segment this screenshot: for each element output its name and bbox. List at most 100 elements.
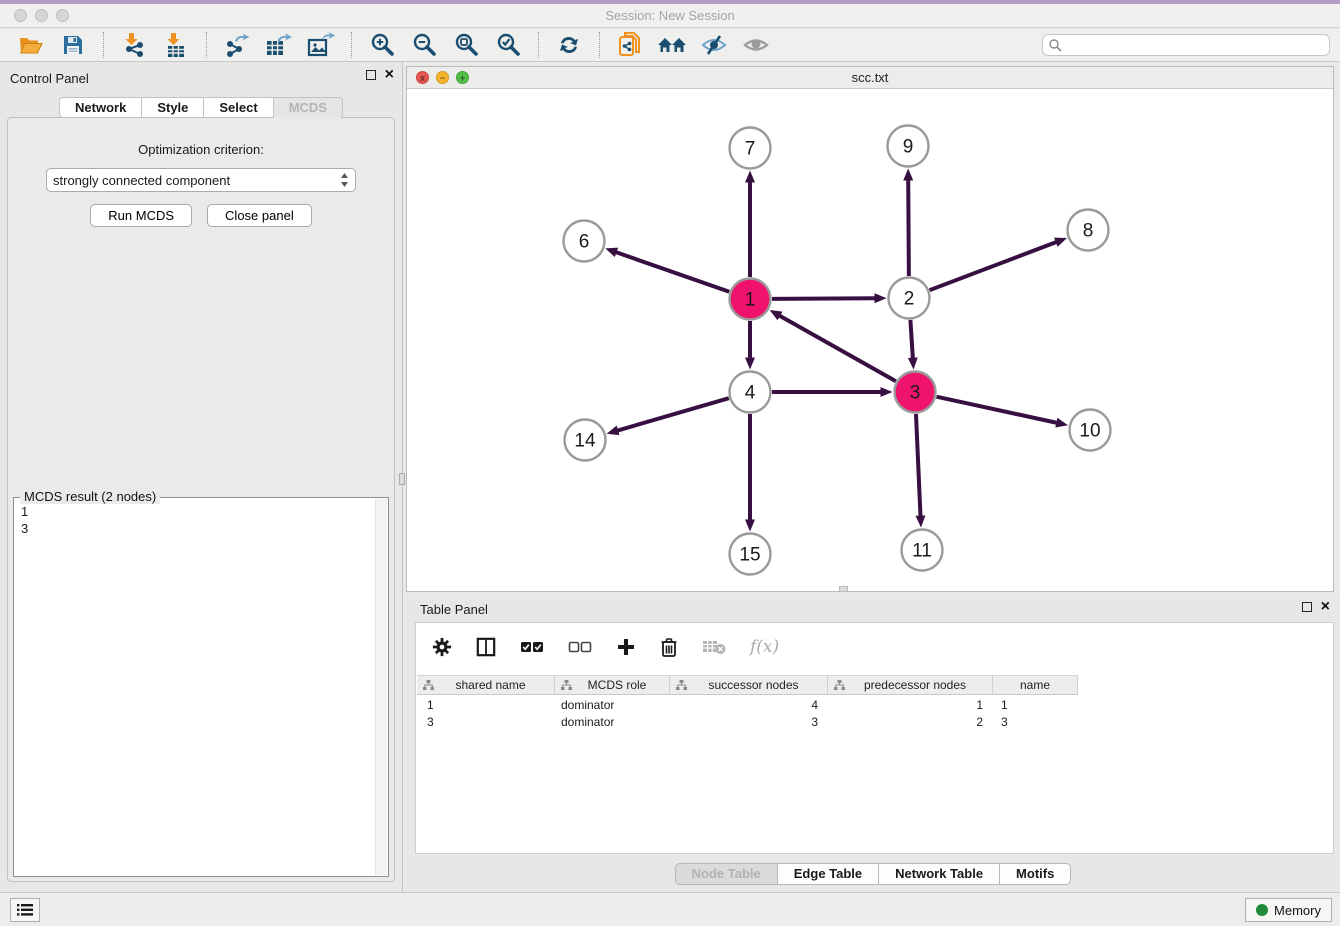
vertical-splitter-handle[interactable] bbox=[399, 473, 405, 485]
network-view-frame: x − + scc.txt 7 9 6 8 1 2 4 3 14 10 15 11 bbox=[406, 66, 1334, 592]
graph-edge-3-11[interactable] bbox=[916, 414, 921, 517]
tab-network-table[interactable]: Network Table bbox=[879, 863, 1000, 885]
table-cell[interactable]: 3 bbox=[993, 714, 1078, 731]
graph-edge-1-2[interactable] bbox=[772, 298, 876, 299]
clone-network-icon[interactable] bbox=[615, 31, 645, 59]
table-cell[interactable]: dominator bbox=[555, 697, 670, 714]
graph-node-11[interactable]: 11 bbox=[902, 530, 943, 571]
memory-button[interactable]: Memory bbox=[1245, 898, 1332, 922]
tab-mcds[interactable]: MCDS bbox=[274, 97, 343, 118]
export-image-icon[interactable] bbox=[306, 31, 336, 59]
graph-node-3[interactable]: 3 bbox=[895, 372, 936, 413]
mcds-result-textarea[interactable]: 1 3 bbox=[15, 501, 374, 875]
graph-edge-3-10[interactable] bbox=[936, 397, 1057, 423]
search-box[interactable] bbox=[1042, 34, 1330, 56]
table-row[interactable]: 3dominator323 bbox=[417, 714, 1078, 731]
settings-gear-icon[interactable] bbox=[432, 637, 452, 657]
tab-select[interactable]: Select bbox=[204, 97, 273, 118]
show-all-eye-icon[interactable] bbox=[741, 31, 771, 59]
frame-maximize-button[interactable]: + bbox=[456, 71, 469, 84]
result-scrollbar[interactable] bbox=[375, 499, 387, 875]
import-table-icon[interactable] bbox=[161, 31, 191, 59]
table-cell[interactable]: 1 bbox=[993, 697, 1078, 714]
export-network-icon[interactable] bbox=[222, 31, 252, 59]
close-panel-icon[interactable]: × bbox=[385, 70, 394, 80]
control-panel: Control Panel × Network Style Select MCD… bbox=[0, 62, 403, 892]
tab-network[interactable]: Network bbox=[59, 97, 142, 118]
search-input[interactable] bbox=[1063, 37, 1324, 53]
network-frame-title: scc.txt bbox=[407, 67, 1333, 89]
open-folder-icon[interactable] bbox=[16, 31, 46, 59]
graph-node-6[interactable]: 6 bbox=[564, 221, 605, 262]
import-network-icon[interactable] bbox=[119, 31, 149, 59]
zoom-fit-icon[interactable] bbox=[451, 31, 481, 59]
zoom-selected-icon[interactable] bbox=[493, 31, 523, 59]
table-cell[interactable]: 3 bbox=[417, 714, 555, 731]
delete-table-icon[interactable] bbox=[702, 639, 726, 655]
graph-edge-1-6[interactable] bbox=[615, 252, 729, 292]
graph-node-4[interactable]: 4 bbox=[730, 372, 771, 413]
tab-style[interactable]: Style bbox=[142, 97, 204, 118]
graph-edge-2-8[interactable] bbox=[930, 242, 1058, 290]
task-history-button[interactable] bbox=[10, 898, 40, 922]
graph-node-7[interactable]: 7 bbox=[730, 128, 771, 169]
column-header-predecessor-nodes[interactable]: predecessor nodes bbox=[828, 676, 993, 694]
network-frame-titlebar[interactable]: x − + scc.txt bbox=[407, 67, 1333, 89]
graph-node-15[interactable]: 15 bbox=[730, 534, 771, 575]
graph-node-8[interactable]: 8 bbox=[1068, 210, 1109, 251]
horizontal-splitter-handle[interactable] bbox=[839, 586, 848, 592]
column-header-successor-nodes[interactable]: successor nodes bbox=[670, 676, 828, 694]
add-column-icon[interactable] bbox=[616, 637, 636, 657]
float-panel-icon[interactable] bbox=[366, 70, 376, 80]
tab-node-table[interactable]: Node Table bbox=[675, 863, 778, 885]
graph-edge-2-9[interactable] bbox=[908, 179, 909, 276]
hide-selected-eye-icon[interactable] bbox=[699, 31, 729, 59]
delete-column-icon[interactable] bbox=[660, 637, 678, 657]
graph-edge-2-3[interactable] bbox=[910, 320, 912, 359]
select-all-columns-icon[interactable] bbox=[520, 640, 544, 654]
frame-minimize-button[interactable]: − bbox=[436, 71, 449, 84]
save-icon[interactable] bbox=[58, 31, 88, 59]
table-panel-tabs: Node TableEdge TableNetwork TableMotifs bbox=[406, 863, 1340, 885]
svg-text:15: 15 bbox=[739, 545, 760, 566]
deselect-all-columns-icon[interactable] bbox=[568, 640, 592, 654]
node-table-container: f(x) shared nameMCDS rolesuccessor nodes… bbox=[415, 622, 1334, 854]
graph-node-2[interactable]: 2 bbox=[889, 278, 930, 319]
first-neighbors-icon[interactable] bbox=[657, 31, 687, 59]
graph-node-10[interactable]: 10 bbox=[1070, 410, 1111, 451]
optimization-criterion-dropdown[interactable]: strongly connected component bbox=[46, 168, 356, 192]
control-panel-header: Control Panel × bbox=[0, 62, 402, 92]
table-cell[interactable]: dominator bbox=[555, 714, 670, 731]
close-panel-button[interactable]: Close panel bbox=[207, 204, 312, 227]
tab-motifs[interactable]: Motifs bbox=[1000, 863, 1071, 885]
close-table-panel-icon[interactable]: × bbox=[1321, 602, 1330, 612]
float-table-panel-icon[interactable] bbox=[1302, 602, 1312, 612]
frame-close-button[interactable]: x bbox=[416, 71, 429, 84]
network-graph[interactable]: 7 9 6 8 1 2 4 3 14 10 15 11 bbox=[407, 90, 1333, 591]
table-cell[interactable]: 4 bbox=[670, 697, 828, 714]
network-canvas[interactable]: 7 9 6 8 1 2 4 3 14 10 15 11 bbox=[407, 90, 1333, 591]
table-cell[interactable]: 1 bbox=[417, 697, 555, 714]
run-mcds-button[interactable]: Run MCDS bbox=[90, 204, 192, 227]
column-header-name[interactable]: name bbox=[993, 676, 1078, 694]
table-cell[interactable]: 3 bbox=[670, 714, 828, 731]
graph-edge-3-1[interactable] bbox=[779, 315, 896, 381]
export-table-icon[interactable] bbox=[264, 31, 294, 59]
zoom-in-icon[interactable] bbox=[367, 31, 397, 59]
zoom-out-icon[interactable] bbox=[409, 31, 439, 59]
refresh-layout-icon[interactable] bbox=[554, 31, 584, 59]
graph-node-9[interactable]: 9 bbox=[888, 126, 929, 167]
tab-edge-table[interactable]: Edge Table bbox=[778, 863, 879, 885]
column-header-MCDS-role[interactable]: MCDS role bbox=[555, 676, 670, 694]
toggle-column-panel-icon[interactable] bbox=[476, 637, 496, 657]
svg-text:3: 3 bbox=[910, 383, 921, 404]
graph-node-1[interactable]: 1 bbox=[730, 279, 771, 320]
graph-edge-4-14[interactable] bbox=[617, 398, 729, 431]
table-header-row: shared nameMCDS rolesuccessor nodesprede… bbox=[417, 675, 1078, 695]
table-cell[interactable]: 1 bbox=[828, 697, 993, 714]
table-row[interactable]: 1dominator411 bbox=[417, 697, 1078, 714]
graph-node-14[interactable]: 14 bbox=[565, 420, 606, 461]
column-header-shared-name[interactable]: shared name bbox=[417, 676, 555, 694]
table-panel: Table Panel × bbox=[406, 595, 1340, 892]
table-cell[interactable]: 2 bbox=[828, 714, 993, 731]
